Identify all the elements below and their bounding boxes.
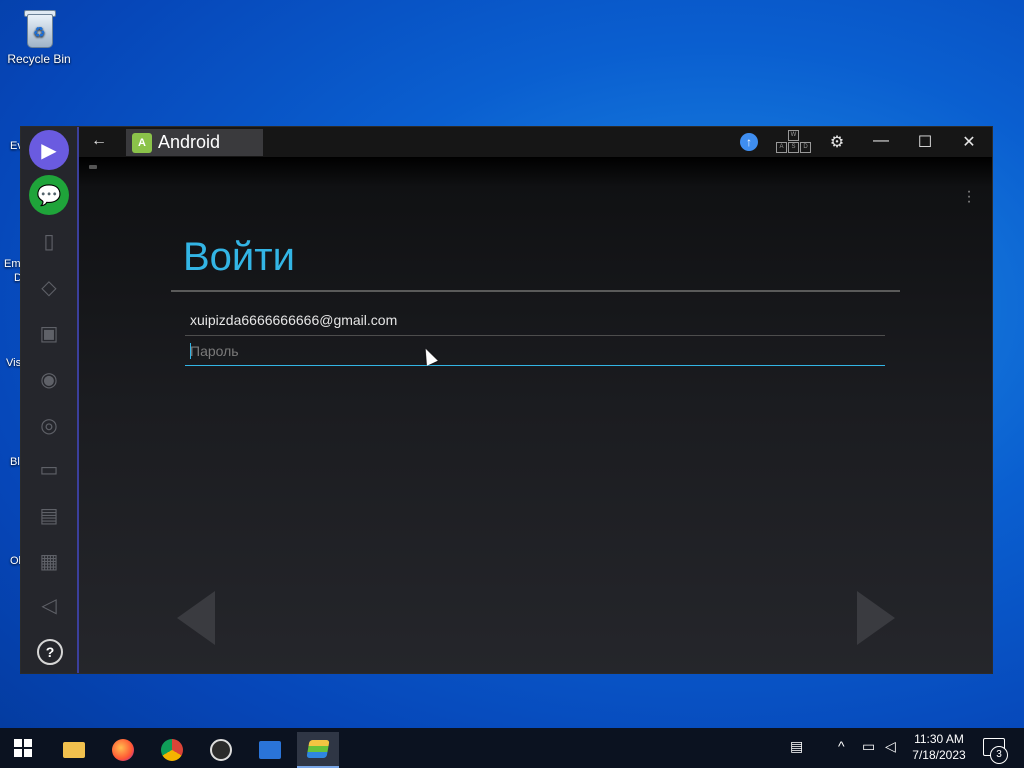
- copy-icon[interactable]: ▤: [29, 495, 69, 535]
- gear-icon[interactable]: ⚙: [825, 132, 849, 152]
- keyboard-mapping-icon[interactable]: W A S D: [775, 130, 811, 154]
- desktop-icon-partial-5[interactable]: Ol: [10, 555, 21, 567]
- chevron-up-icon[interactable]: ^: [838, 738, 845, 754]
- desktop-icon-partial-4[interactable]: Bl: [10, 456, 20, 468]
- password-field[interactable]: [185, 339, 885, 366]
- chrome-icon: [161, 739, 183, 761]
- recycle-bin-label: Recycle Bin: [7, 52, 71, 66]
- text-caret: [190, 343, 191, 359]
- email-value: xuipizda6666666666@gmail.com: [190, 312, 398, 328]
- chrome-taskbar-button[interactable]: [151, 732, 193, 768]
- desktop-icon-partial-2[interactable]: Em: [4, 258, 21, 270]
- chat-icon[interactable]: 💬: [29, 175, 69, 215]
- firefox-taskbar-button[interactable]: [102, 732, 144, 768]
- volume-muted-icon[interactable]: ◁: [885, 738, 896, 755]
- maximize-icon[interactable]: ☐: [913, 132, 937, 152]
- overflow-menu-icon[interactable]: · · ·: [966, 184, 972, 210]
- taskbar: ▤ ^ ▭ ◁ 11:30 AM 7/18/2023 3: [0, 728, 1024, 768]
- bluestacks-taskbar-button[interactable]: [297, 732, 339, 768]
- next-arrow-icon[interactable]: [857, 591, 895, 645]
- stream-icon[interactable]: ▶: [29, 130, 69, 170]
- folder-icon[interactable]: ▭: [29, 449, 69, 489]
- windows-start-icon[interactable]: [14, 739, 32, 757]
- keyboard-status-icon: [89, 165, 97, 169]
- notification-count-badge: 3: [990, 746, 1008, 764]
- tab-title: Android: [158, 132, 221, 152]
- emulator-sidebar: ▶ 💬 ▯ ◇ ▣ ◉ ◎ ▭ ▤ ▦ ◁ ?: [21, 127, 79, 673]
- paste-icon[interactable]: ▦: [29, 541, 69, 581]
- tab-android[interactable]: A Android: [126, 129, 263, 156]
- obs-taskbar-button[interactable]: [200, 732, 242, 768]
- multi-instance-icon[interactable]: ▯: [29, 221, 69, 261]
- film-icon: [259, 741, 281, 759]
- close-icon[interactable]: ✕: [957, 132, 981, 152]
- emulator-window: ▶ 💬 ▯ ◇ ▣ ◉ ◎ ▭ ▤ ▦ ◁ ? ← A Android ↑ W …: [21, 127, 992, 673]
- camera-icon[interactable]: ▣: [29, 313, 69, 353]
- minimize-icon[interactable]: —: [869, 132, 893, 150]
- firefox-icon: [112, 739, 134, 761]
- recycle-bin-desktop-icon[interactable]: ♻ Recycle Bin: [6, 8, 72, 66]
- help-icon[interactable]: ?: [37, 639, 63, 665]
- volume-icon[interactable]: ◁: [29, 585, 69, 625]
- back-arrow-icon[interactable]: ←: [91, 132, 107, 150]
- media-taskbar-button[interactable]: [249, 732, 291, 768]
- network-icon[interactable]: ▭: [862, 738, 875, 755]
- location-icon[interactable]: ◉: [29, 359, 69, 399]
- previous-arrow-icon[interactable]: [177, 591, 215, 645]
- news-icon[interactable]: ▤: [790, 738, 803, 755]
- apk-icon[interactable]: ◎: [29, 405, 69, 445]
- page-title: Войти: [183, 235, 295, 279]
- obs-icon: [210, 739, 232, 761]
- file-explorer-taskbar-button[interactable]: [53, 732, 95, 768]
- title-divider: [171, 290, 900, 292]
- clock-date: 7/18/2023: [912, 748, 966, 762]
- folder-icon: [63, 742, 85, 758]
- bluestacks-icon: [306, 740, 330, 758]
- upload-icon[interactable]: ↑: [740, 133, 758, 151]
- rotate-icon[interactable]: ◇: [29, 267, 69, 307]
- password-input[interactable]: [190, 341, 880, 361]
- recycle-bin-icon: ♻: [21, 8, 57, 48]
- android-icon: A: [132, 132, 152, 153]
- desktop-icon-partial-3[interactable]: Vis: [6, 357, 21, 369]
- android-screen: · · · Войти xuipizda6666666666@gmail.com: [79, 157, 992, 673]
- system-clock[interactable]: 11:30 AM 7/18/2023: [908, 731, 970, 763]
- clock-time: 11:30 AM: [914, 732, 964, 746]
- emulator-titlebar: ← A Android ↑ W A S D ⚙ — ☐ ✕: [79, 127, 992, 157]
- email-field[interactable]: xuipizda6666666666@gmail.com: [185, 309, 885, 336]
